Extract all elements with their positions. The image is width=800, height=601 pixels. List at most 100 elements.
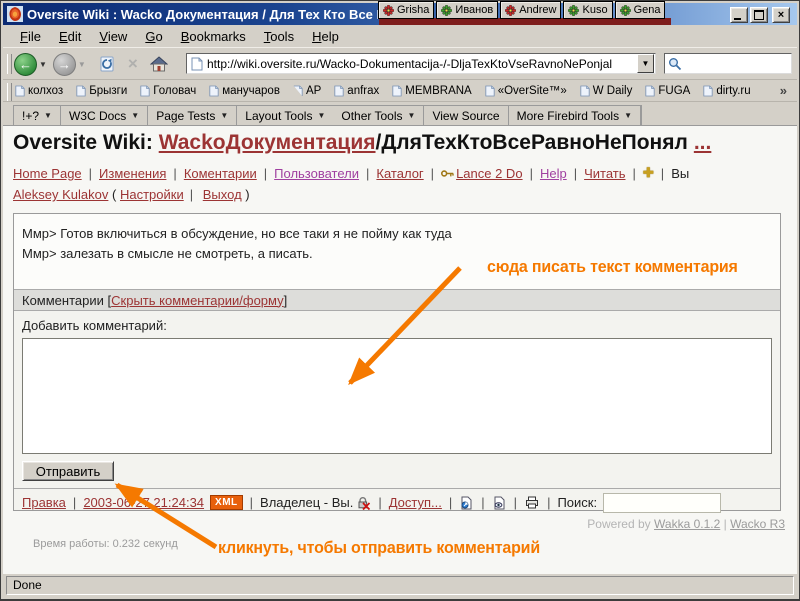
- bookmark-item[interactable]: FUGA: [645, 85, 690, 97]
- nav-lance2do-link[interactable]: Lance 2 Do: [456, 166, 523, 181]
- bookmark-item[interactable]: колхоз: [15, 85, 63, 97]
- bookmark-item[interactable]: Головач: [140, 85, 196, 97]
- bookmark-item[interactable]: Брызги: [76, 85, 127, 97]
- submit-comment-button[interactable]: Отправить: [22, 461, 114, 481]
- nav-users-link[interactable]: Пользователи: [274, 166, 359, 181]
- print-button[interactable]: [525, 496, 539, 509]
- menu-tools[interactable]: Tools: [255, 27, 303, 46]
- revision-timestamp-link[interactable]: 2003-06-27 21:24:34: [83, 495, 204, 510]
- window-title: Oversite Wiki : Wacko Документация / Для…: [27, 7, 408, 22]
- external-link-button[interactable]: [460, 496, 473, 510]
- bookmark-item[interactable]: AP: [293, 85, 321, 97]
- nav-read-link[interactable]: Читать: [584, 166, 625, 181]
- menu-view[interactable]: View: [90, 27, 136, 46]
- user-logout-link[interactable]: Выход: [203, 187, 242, 202]
- maximize-button[interactable]: [750, 7, 768, 23]
- reload-button[interactable]: [98, 55, 116, 73]
- add-page-plus-icon[interactable]: ✚: [643, 165, 654, 181]
- comment-quote-text: Ммр> Готов включиться в обсуждение, но в…: [14, 214, 780, 289]
- edit-page-link[interactable]: Правка: [22, 495, 66, 510]
- bookmarks-overflow-chevron[interactable]: »: [780, 83, 787, 98]
- menu-file[interactable]: File: [11, 27, 50, 46]
- flower-icon: [505, 5, 516, 16]
- flower-icon: [441, 5, 452, 16]
- bookmark-page-icon: [209, 85, 219, 97]
- menu-go[interactable]: Go: [136, 27, 171, 46]
- url-text[interactable]: http://wiki.oversite.ru/Wacko-Dokumentac…: [207, 57, 637, 71]
- paren: (: [112, 187, 116, 202]
- nav-help-link[interactable]: Help: [540, 166, 567, 181]
- remove-lock-button[interactable]: [357, 496, 370, 510]
- page-eye-icon: [493, 496, 506, 510]
- stop-button[interactable]: ×: [128, 54, 138, 74]
- devbar-validators-menu[interactable]: !+?▼: [14, 106, 61, 125]
- nav-comments-link[interactable]: Коментарии: [184, 166, 257, 181]
- devbar-w3c-docs-menu[interactable]: W3C Docs▼: [61, 106, 148, 125]
- menu-help[interactable]: Help: [303, 27, 348, 46]
- toolbar-grippy[interactable]: [7, 83, 12, 103]
- wacko-link[interactable]: Wacko R3: [730, 517, 785, 531]
- browser-window: Oversite Wiki : Wacko Документация / Для…: [0, 0, 800, 600]
- bookmark-page-icon: [293, 85, 303, 97]
- contact-window-gena[interactable]: Gena: [615, 1, 666, 19]
- nav-home-page-link[interactable]: Home Page: [13, 166, 82, 181]
- url-dropdown-button[interactable]: ▼: [637, 54, 654, 73]
- back-dropdown-icon[interactable]: ▼: [39, 60, 47, 69]
- devbar-view-source-button[interactable]: View Source: [424, 106, 508, 125]
- nav-catalog-link[interactable]: Каталог: [376, 166, 423, 181]
- devbar-layout-tools-menu[interactable]: Layout Tools▼: [237, 106, 333, 125]
- bookmark-item[interactable]: anfrax: [334, 85, 379, 97]
- hide-comments-link[interactable]: Скрыть комментарии/форму: [111, 293, 283, 308]
- contact-window-grisha[interactable]: Grisha: [378, 1, 434, 19]
- chevron-down-icon: ▼: [624, 111, 632, 120]
- devbar-page-tests-menu[interactable]: Page Tests▼: [148, 106, 237, 125]
- menu-edit[interactable]: Edit: [50, 27, 90, 46]
- watch-page-button[interactable]: [493, 496, 506, 510]
- user-settings-link[interactable]: Настройки: [120, 187, 184, 202]
- close-icon: ×: [778, 9, 784, 21]
- minimize-button[interactable]: [730, 7, 748, 23]
- nav-changes-link[interactable]: Изменения: [99, 166, 166, 181]
- current-user-link[interactable]: Aleksey Kulakov: [13, 187, 108, 202]
- back-button[interactable]: ←: [14, 53, 37, 76]
- menu-bookmarks[interactable]: Bookmarks: [172, 27, 255, 46]
- browser-search-input[interactable]: [685, 55, 791, 72]
- bookmark-page-icon: [334, 85, 344, 97]
- close-button[interactable]: ×: [772, 7, 790, 23]
- add-comment-label: Добавить комментарий:: [22, 318, 772, 333]
- chevron-down-icon: ▼: [408, 111, 416, 120]
- wiki-cluster-link[interactable]: WackoДокументация: [159, 131, 376, 154]
- bookmark-item[interactable]: W Daily: [580, 85, 633, 97]
- forward-button[interactable]: →: [53, 53, 76, 76]
- bookmark-label: MEMBRANA: [405, 85, 471, 97]
- devbar-other-tools-menu[interactable]: Other Tools▼: [333, 106, 424, 125]
- contact-window-andrew[interactable]: Andrew: [500, 1, 561, 19]
- flower-icon: [568, 5, 579, 16]
- contact-window-ivanov[interactable]: Иванов: [436, 1, 498, 19]
- bookmark-item[interactable]: MEMBRANA: [392, 85, 471, 97]
- bookmark-item[interactable]: «OverSite™»: [485, 85, 567, 97]
- wakka-link[interactable]: Wakka 0.1.2: [654, 517, 720, 531]
- page-title-more-link[interactable]: ...: [694, 131, 712, 154]
- chevron-down-icon: ▼: [317, 111, 325, 120]
- xml-feed-badge[interactable]: XML: [210, 495, 243, 510]
- search-label: Поиск:: [557, 495, 597, 510]
- toolbar-grippy[interactable]: [7, 54, 12, 74]
- address-bar[interactable]: http://wiki.oversite.ru/Wacko-Dokumentac…: [186, 53, 656, 74]
- bookmark-label: anfrax: [347, 85, 379, 97]
- devbar-more-firebird-tools-menu[interactable]: More Firebird Tools▼: [509, 106, 641, 125]
- contact-label: Grisha: [397, 4, 429, 16]
- browser-search-box[interactable]: [664, 53, 792, 74]
- bookmark-label: Головач: [153, 85, 196, 97]
- wiki-search-input[interactable]: [603, 493, 721, 513]
- comment-textarea[interactable]: [22, 338, 772, 454]
- comments-section-header: Комментарии [Скрыть комментарии/форму]: [14, 289, 780, 311]
- quote-line: Ммр> залезать в смысле не смотреть, а пи…: [22, 244, 772, 264]
- contact-window-kuso[interactable]: Kuso: [563, 1, 612, 19]
- home-button[interactable]: [150, 56, 168, 72]
- bookmark-item[interactable]: dirty.ru: [703, 85, 750, 97]
- contact-window-buttons: Grisha Иванов Andrew Kuso Gena: [378, 1, 667, 19]
- access-link[interactable]: Доступ...: [389, 495, 442, 510]
- forward-dropdown-icon[interactable]: ▼: [78, 60, 86, 69]
- bookmark-item[interactable]: манучаров: [209, 85, 280, 97]
